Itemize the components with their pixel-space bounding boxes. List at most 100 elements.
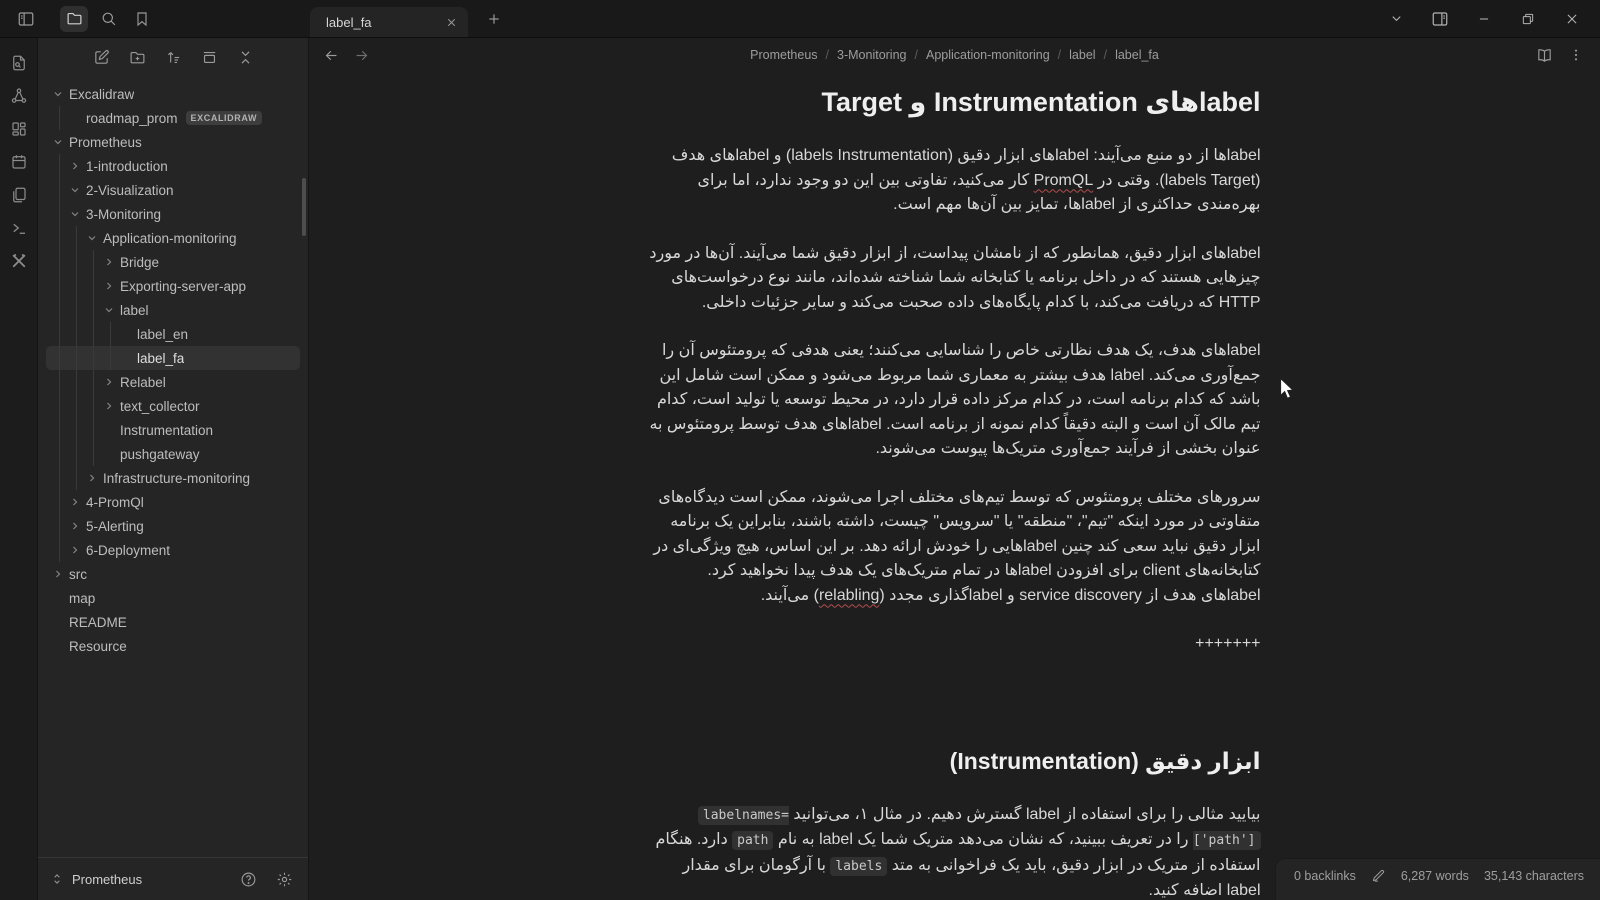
search-tab-icon[interactable] (94, 6, 122, 32)
breadcrumb-item[interactable]: label (1069, 48, 1095, 62)
terminal-icon[interactable] (6, 216, 32, 240)
more-options-kebab-icon[interactable] (1562, 42, 1590, 68)
tree-item-label: Prometheus (69, 134, 142, 150)
paragraph: labelهای هدف، یک هدف نظارتی خاص را شناسا… (649, 342, 1261, 457)
tree-item-pushgateway[interactable]: pushgateway (46, 442, 300, 466)
chevron-right-icon (107, 402, 112, 410)
inline-code: path (732, 831, 774, 850)
tab-close-icon[interactable] (445, 16, 458, 29)
tree-item-prometheus[interactable]: Prometheus (46, 130, 300, 154)
tree-item-4-promql[interactable]: 4-PromQl (46, 490, 300, 514)
indent-guide (103, 346, 120, 370)
breadcrumb-item[interactable]: label_fa (1115, 48, 1159, 62)
document-view[interactable]: label‌های Instrumentation و Target labelه… (309, 72, 1600, 900)
tab-label_fa[interactable]: label_fa (310, 7, 468, 37)
tree-item-label-fa[interactable]: label_fa (46, 346, 300, 370)
indent-guide (69, 394, 86, 418)
document-content: label‌های Instrumentation و Target labelه… (649, 72, 1261, 900)
tree-item-bridge[interactable]: Bridge (46, 250, 300, 274)
main-area: Excalidraw roadmap_prom EXCALIDRAW Promethe… (0, 38, 1600, 900)
document-tabs: label_fa (310, 0, 508, 37)
tree-item-5-alerting[interactable]: 5-Alerting (46, 514, 300, 538)
window-minimize-icon[interactable] (1464, 1, 1504, 37)
tree-item-map[interactable]: map (46, 586, 300, 610)
graph-icon[interactable] (6, 84, 32, 108)
misspelled-word: PromQL (1033, 171, 1094, 189)
tree-item-resource[interactable]: Resource (46, 634, 300, 658)
card-layout-icon[interactable] (195, 44, 223, 70)
toggle-right-sidebar-icon[interactable] (1420, 1, 1460, 37)
window-restore-icon[interactable] (1508, 1, 1548, 37)
indent-guide (52, 538, 69, 562)
window-close-icon[interactable] (1552, 1, 1592, 37)
tree-item-2-visualization[interactable]: 2-Visualization (46, 178, 300, 202)
tree-item-1-introduction[interactable]: 1-introduction (46, 154, 300, 178)
help-icon[interactable] (234, 866, 262, 892)
sidebar-view-tabs (60, 5, 156, 32)
chevron-down-icon (54, 92, 62, 97)
indent-guide (69, 346, 86, 370)
paragraph: بیایید مثالی را برای استفاده از label گس… (655, 805, 1261, 899)
breadcrumb-item[interactable]: Application-monitoring (926, 48, 1050, 62)
tree-item-instrumentation[interactable]: Instrumentation (46, 418, 300, 442)
chevron-slot (69, 178, 86, 202)
crossed-tools-icon[interactable] (6, 249, 32, 273)
file-search-icon[interactable] (6, 51, 32, 75)
chevron-slot (103, 298, 120, 322)
chevron-right-icon (73, 162, 78, 170)
templates-icon[interactable] (6, 183, 32, 207)
heading-h2: ابزار دقیق (Instrumentation) (949, 747, 1261, 774)
calendar-icon[interactable] (6, 150, 32, 174)
tree-item-infrastructure-monitoring[interactable]: Infrastructure-monitoring (46, 466, 300, 490)
tree-item-3-monitoring[interactable]: 3-Monitoring (46, 202, 300, 226)
indent-guide (69, 418, 86, 442)
forward-arrow-icon[interactable] (347, 42, 375, 68)
file-type-badge: EXCALIDRAW (185, 111, 263, 125)
tree-item-exporting-server-app[interactable]: Exporting-server-app (46, 274, 300, 298)
indent-guide (52, 178, 69, 202)
reading-view-book-icon[interactable] (1530, 42, 1558, 68)
vault-switcher[interactable]: Prometheus (38, 857, 308, 900)
paragraph: labelهای ابزار دقیق، همانطور که از نامشا… (649, 244, 1261, 311)
new-folder-icon[interactable] (123, 44, 151, 70)
indent-guide (86, 274, 103, 298)
tree-item-excalidraw[interactable]: Excalidraw (46, 82, 300, 106)
tree-item-application-monitoring[interactable]: Application-monitoring (46, 226, 300, 250)
indent-guide (52, 514, 69, 538)
edit-mode-pencil-icon[interactable] (1371, 868, 1386, 883)
tree-item-src[interactable]: src (46, 562, 300, 586)
sort-order-icon[interactable] (159, 44, 187, 70)
tree-item-label: label_fa (137, 350, 185, 366)
chevron-slot (69, 490, 86, 514)
tree-item-roadmap-prom[interactable]: roadmap_prom EXCALIDRAW (46, 106, 300, 130)
indent-guide (52, 370, 69, 394)
bookmarks-tab-icon[interactable] (128, 6, 156, 32)
tree-item-relabel[interactable]: Relabel (46, 370, 300, 394)
tree-item-text-collector[interactable]: text_collector (46, 394, 300, 418)
back-arrow-icon[interactable] (317, 42, 345, 68)
heading-h1: label‌های Instrumentation و Target (821, 87, 1261, 117)
collapse-all-icon[interactable] (231, 44, 259, 70)
tree-item-6-deployment[interactable]: 6-Deployment (46, 538, 300, 562)
tree-item-readme[interactable]: README (46, 610, 300, 634)
canvas-icon[interactable] (6, 117, 32, 141)
chevron-slot (52, 562, 69, 586)
files-tab-folder-icon[interactable] (60, 5, 88, 32)
breadcrumb-item[interactable]: 3-Monitoring (837, 48, 906, 62)
chevron-slot (103, 370, 120, 394)
tree-item-label: Excalidraw (69, 86, 135, 102)
new-tab-icon[interactable] (480, 6, 508, 32)
breadcrumb-separator: / (1057, 48, 1062, 62)
tree-item-label-en[interactable]: label_en (46, 322, 300, 346)
new-note-icon[interactable] (87, 44, 115, 70)
breadcrumb-item[interactable]: Prometheus (750, 48, 817, 62)
settings-gear-icon[interactable] (270, 866, 298, 892)
toggle-left-sidebar-icon[interactable] (12, 6, 40, 32)
tree-item-label[interactable]: label (46, 298, 300, 322)
sidebar-scrollbar[interactable] (302, 178, 306, 236)
tab-list-chevron-down-icon[interactable] (1376, 1, 1416, 37)
file-explorer: Excalidraw roadmap_prom EXCALIDRAW Promethe… (38, 38, 309, 900)
explorer-toolbar (38, 38, 308, 76)
chevron-slot (103, 274, 120, 298)
backlinks-count[interactable]: 0 backlinks (1294, 868, 1356, 884)
